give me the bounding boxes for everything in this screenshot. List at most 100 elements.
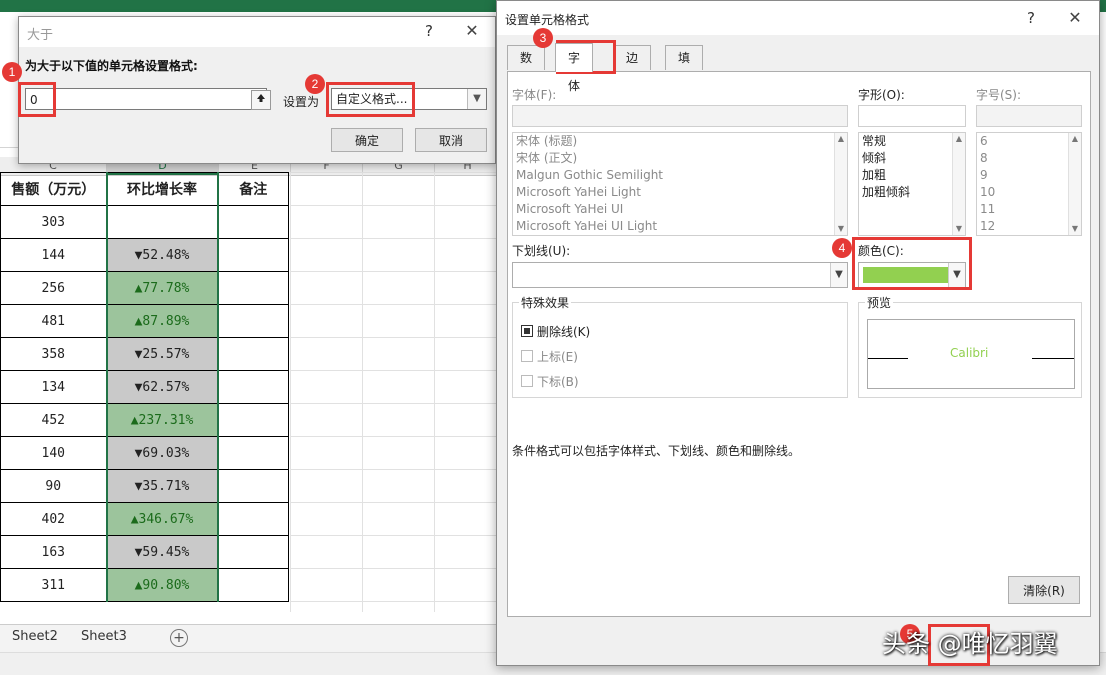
font-list-item[interactable]: Microsoft YaHei UI <box>513 201 847 218</box>
font-size-list-item[interactable]: 10 <box>977 184 1081 201</box>
threshold-value-input[interactable]: 0 <box>25 88 267 110</box>
font-style-list[interactable]: 常规 倾斜 加粗 加粗倾斜 ▲ ▼ <box>858 132 966 236</box>
font-size-list-item[interactable]: 6 <box>977 133 1081 150</box>
growth-cell[interactable]: ▼25.57% <box>105 337 219 371</box>
scroll-up-icon[interactable]: ▲ <box>953 133 965 145</box>
underline-select[interactable]: ▼ <box>512 262 848 288</box>
superscript-label[interactable]: 上标(E) <box>537 348 578 365</box>
notes-cell[interactable] <box>217 271 289 305</box>
help-icon[interactable]: ? <box>1021 8 1041 28</box>
header-cell-growth[interactable]: 环比增长率 <box>105 172 219 206</box>
font-style-list-item[interactable]: 加粗 <box>859 167 965 184</box>
tab-font[interactable]: 字体 <box>555 43 594 93</box>
font-size-list-item[interactable]: 11 <box>977 201 1081 218</box>
sales-cell[interactable]: 452 <box>0 403 107 437</box>
font-style-list-item[interactable]: 加粗倾斜 <box>859 184 965 201</box>
font-size-list-item[interactable]: 9 <box>977 167 1081 184</box>
tab-fill[interactable]: 填充 <box>665 45 704 89</box>
range-select-icon[interactable] <box>251 90 271 110</box>
sales-cell[interactable]: 256 <box>0 271 107 305</box>
notes-cell[interactable] <box>217 535 289 569</box>
growth-cell[interactable]: ▲90.80% <box>105 568 219 602</box>
notes-cell[interactable] <box>217 304 289 338</box>
font-size-input[interactable] <box>976 105 1082 127</box>
superscript-checkbox[interactable] <box>521 350 533 362</box>
strikethrough-checkbox[interactable] <box>521 325 533 337</box>
growth-cell[interactable]: ▼62.57% <box>105 370 219 404</box>
tab-number[interactable]: 数字 <box>507 45 546 89</box>
header-cell-sales[interactable]: 售额（万元） <box>0 172 107 206</box>
clear-button[interactable]: 清除(R) <box>1008 576 1080 604</box>
font-list-item[interactable]: Microsoft YaHei UI Light <box>513 218 847 235</box>
growth-cell[interactable]: ▼52.48% <box>105 238 219 272</box>
close-icon[interactable]: ✕ <box>462 21 482 41</box>
sales-cell[interactable]: 311 <box>0 568 107 602</box>
sales-cell[interactable]: 90 <box>0 469 107 503</box>
growth-cell[interactable] <box>105 205 219 239</box>
scroll-down-icon[interactable]: ▼ <box>1069 223 1081 235</box>
ok-button[interactable]: 确定 <box>331 128 403 152</box>
sales-cell[interactable]: 140 <box>0 436 107 470</box>
help-icon[interactable]: ? <box>419 21 439 41</box>
dialog-title-bar[interactable]: 设置单元格格式 ? ✕ <box>497 1 1099 35</box>
add-sheet-icon[interactable]: + <box>170 629 188 647</box>
growth-cell[interactable]: ▲77.78% <box>105 271 219 305</box>
sheet-tab-sheet2[interactable]: Sheet2 <box>12 629 58 644</box>
font-size-list[interactable]: 6 8 9 10 11 12 ▲ ▼ <box>976 132 1082 236</box>
notes-cell[interactable] <box>217 568 289 602</box>
scroll-up-icon[interactable]: ▲ <box>835 133 847 145</box>
chevron-down-icon[interactable]: ▼ <box>467 89 486 109</box>
sales-cell[interactable]: 303 <box>0 205 107 239</box>
font-list-scrollbar[interactable]: ▲ ▼ <box>834 133 847 235</box>
sales-cell[interactable]: 358 <box>0 337 107 371</box>
worksheet-grid[interactable]: 售额（万元） 环比增长率 备注 303 144 ▼52.48% 256 ▲77.78% 4… <box>0 172 500 622</box>
sales-cell[interactable]: 144 <box>0 238 107 272</box>
dialog-title-bar[interactable]: 大于 ? ✕ <box>19 17 495 47</box>
tab-border[interactable]: 边框 <box>613 45 652 89</box>
table-row: 163 ▼59.45% <box>0 535 289 569</box>
growth-cell[interactable]: ▲237.31% <box>105 403 219 437</box>
font-style-list-item[interactable]: 倾斜 <box>859 150 965 167</box>
font-list[interactable]: 宋体 (标题) 宋体 (正文) Malgun Gothic Semilight Mic… <box>512 132 848 236</box>
subscript-checkbox[interactable] <box>521 375 533 387</box>
font-style-list-item[interactable]: 常规 <box>859 133 965 150</box>
font-list-item[interactable]: 宋体 (正文) <box>513 150 847 167</box>
notes-cell[interactable] <box>217 205 289 239</box>
sales-cell[interactable]: 402 <box>0 502 107 536</box>
scroll-up-icon[interactable]: ▲ <box>1069 133 1081 145</box>
chevron-down-icon[interactable]: ▼ <box>830 263 847 287</box>
notes-cell[interactable] <box>217 469 289 503</box>
notes-cell[interactable] <box>217 403 289 437</box>
notes-cell[interactable] <box>217 238 289 272</box>
cancel-button[interactable]: 取消 <box>415 128 487 152</box>
notes-cell[interactable] <box>217 337 289 371</box>
font-size-list-item[interactable]: 12 <box>977 218 1081 235</box>
font-style-input[interactable] <box>858 105 966 127</box>
sheet-tab-sheet3[interactable]: Sheet3 <box>81 629 127 644</box>
font-list-item[interactable]: Microsoft YaHei Light <box>513 184 847 201</box>
notes-cell[interactable] <box>217 370 289 404</box>
close-icon[interactable]: ✕ <box>1065 8 1085 28</box>
font-input[interactable] <box>512 105 848 127</box>
growth-cell[interactable]: ▼35.71% <box>105 469 219 503</box>
font-list-item[interactable]: Malgun Gothic Semilight <box>513 167 847 184</box>
scroll-down-icon[interactable]: ▼ <box>835 223 847 235</box>
header-cell-notes[interactable]: 备注 <box>217 172 289 206</box>
step-badge-4: 4 <box>832 238 852 258</box>
notes-cell[interactable] <box>217 436 289 470</box>
growth-cell[interactable]: ▼59.45% <box>105 535 219 569</box>
growth-cell[interactable]: ▼69.03% <box>105 436 219 470</box>
font-size-list-item[interactable]: 8 <box>977 150 1081 167</box>
size-list-scrollbar[interactable]: ▲ ▼ <box>1068 133 1081 235</box>
strikethrough-label[interactable]: 删除线(K) <box>537 323 590 340</box>
notes-cell[interactable] <box>217 502 289 536</box>
style-list-scrollbar[interactable]: ▲ ▼ <box>952 133 965 235</box>
subscript-label[interactable]: 下标(B) <box>537 373 579 390</box>
font-list-item[interactable]: 宋体 (标题) <box>513 133 847 150</box>
growth-cell[interactable]: ▲346.67% <box>105 502 219 536</box>
sales-cell[interactable]: 134 <box>0 370 107 404</box>
sales-cell[interactable]: 481 <box>0 304 107 338</box>
scroll-down-icon[interactable]: ▼ <box>953 223 965 235</box>
sales-cell[interactable]: 163 <box>0 535 107 569</box>
growth-cell[interactable]: ▲87.89% <box>105 304 219 338</box>
